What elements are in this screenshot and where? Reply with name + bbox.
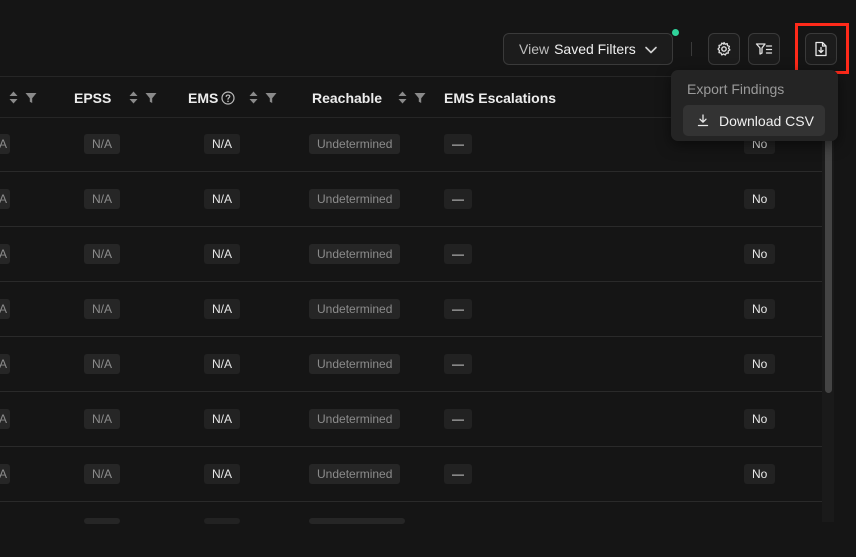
cell-epss: N/A (84, 409, 121, 429)
cell-reachable: Undetermined (309, 244, 401, 264)
cell-epss: N/A (84, 299, 121, 319)
sort-icon[interactable] (9, 91, 18, 104)
table-row[interactable]: A N/A N/A Undetermined — No (0, 172, 822, 227)
table-scrollbar-thumb[interactable] (825, 135, 832, 393)
export-findings-dropdown: Export Findings Download CSV (671, 70, 838, 141)
cell-reachable: Undetermined (309, 354, 401, 374)
export-findings-button[interactable] (805, 33, 837, 65)
cell-epss: N/A (84, 354, 121, 374)
cell-ems-escalations: — (444, 464, 472, 484)
chevron-down-icon (645, 46, 657, 54)
cell-last-column: No (744, 464, 776, 484)
filter-list-icon (755, 43, 773, 55)
cell-previous-column: A (0, 134, 10, 154)
cell-ems: N/A (204, 244, 241, 264)
cell-ems: N/A (204, 464, 241, 484)
column-header-ems-escalations: EMS Escalations (444, 90, 557, 106)
cell-previous-column: A (0, 409, 10, 429)
info-circle-icon[interactable] (221, 91, 235, 105)
table-row[interactable]: A N/A N/A Undetermined — No (0, 337, 822, 392)
sort-icon[interactable] (249, 91, 258, 104)
cell-ems: N/A (204, 409, 241, 429)
sort-icon[interactable] (398, 91, 407, 104)
cell-ems-escalations: — (444, 244, 472, 264)
download-csv-label: Download CSV (719, 112, 814, 129)
filter-icon[interactable] (414, 92, 426, 104)
toolbar: View Saved Filters (0, 0, 856, 76)
view-saved-filters-button[interactable]: View Saved Filters (503, 33, 673, 65)
cell-ems: N/A (204, 354, 241, 374)
cell-ems: N/A (204, 134, 241, 154)
filter-list-button[interactable] (748, 33, 780, 65)
settings-button[interactable] (708, 33, 740, 65)
download-icon (697, 114, 709, 127)
toolbar-divider (691, 42, 692, 56)
cell-reachable: Undetermined (309, 134, 401, 154)
saved-filters-label: Saved Filters (554, 41, 636, 57)
cell-reachable: Undetermined (309, 464, 401, 484)
cell-previous-column: A (0, 354, 10, 374)
column-header-epss: EPSS (74, 90, 112, 106)
cell-last-column: No (744, 409, 776, 429)
filter-icon[interactable] (25, 92, 37, 104)
cell-ems-escalations: — (444, 299, 472, 319)
cell-last-column: No (744, 189, 776, 209)
filter-icon[interactable] (265, 92, 277, 104)
cell-ems-escalations: — (444, 409, 472, 429)
cell-last-column: No (744, 244, 776, 264)
cell-ems-escalations: — (444, 354, 472, 374)
cell-ems: N/A (204, 299, 241, 319)
filter-icon[interactable] (145, 92, 157, 104)
cell-ems-escalations: — (444, 189, 472, 209)
column-header-reachable: Reachable (312, 90, 383, 106)
cell-reachable: Undetermined (309, 299, 401, 319)
cell-epss: N/A (84, 464, 121, 484)
dropdown-title: Export Findings (687, 81, 785, 97)
cell-last-column: No (744, 354, 776, 374)
settings-gear-icon (717, 41, 731, 56)
table-row[interactable] (0, 502, 822, 557)
cell-reachable: Undetermined (309, 409, 401, 429)
table-row[interactable]: A N/A N/A Undetermined — No (0, 227, 822, 282)
download-csv-menu-item[interactable]: Download CSV (683, 105, 825, 136)
cell-epss: N/A (84, 134, 121, 154)
view-label: View (519, 41, 550, 57)
cell-reachable: Undetermined (309, 189, 401, 209)
cell-epss-clipped (84, 518, 120, 524)
cell-ems-escalations: — (444, 134, 472, 154)
export-file-icon (815, 41, 827, 57)
cell-epss: N/A (84, 189, 121, 209)
column-controls-reachable (398, 91, 426, 104)
cell-ems-clipped (204, 518, 240, 524)
table-row[interactable]: A N/A N/A Undetermined — No (0, 447, 822, 502)
table-row[interactable]: A N/A N/A Undetermined — No (0, 282, 822, 337)
status-indicator-dot (672, 29, 679, 36)
cell-previous-column: A (0, 244, 10, 264)
column-controls-epss (129, 91, 157, 104)
table-row[interactable]: A N/A N/A Undetermined — No (0, 392, 822, 447)
column-controls-previous (9, 91, 37, 104)
cell-previous-column: A (0, 189, 10, 209)
cell-ems: N/A (204, 189, 241, 209)
column-controls-ems (249, 91, 277, 104)
column-header-ems: EMS (188, 90, 219, 106)
cell-last-column: No (744, 299, 776, 319)
cell-previous-column: A (0, 464, 10, 484)
sort-icon[interactable] (129, 91, 138, 104)
cell-reachable-clipped (309, 518, 405, 524)
cell-epss: N/A (84, 244, 121, 264)
cell-previous-column: A (0, 299, 10, 319)
